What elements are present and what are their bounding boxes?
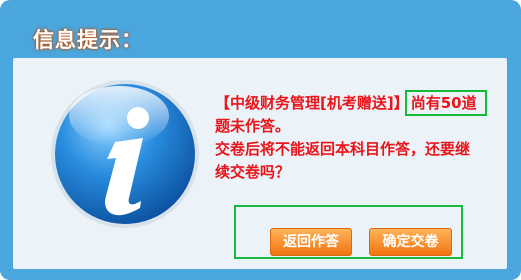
action-buttons: 返回作答 确定交卷 bbox=[234, 205, 463, 259]
dialog-title: 信息提示： bbox=[33, 28, 143, 52]
dialog-message: 【中级财务管理[机考赠送]】 尚有50道 题未作答。 交卷后将不能返回本科目作答，… bbox=[215, 90, 495, 184]
info-icon bbox=[51, 80, 199, 228]
info-dialog: 信息提示： 【中级财务管理[机考赠送]】 尚有50道 题未作答。 交卷后将不能返… bbox=[0, 0, 521, 280]
back-to-answer-button[interactable]: 返回作答 bbox=[270, 228, 352, 256]
message-line-3: 交卷后将不能返回本科目作答，还要继 bbox=[215, 140, 471, 158]
exam-name: 【中级财务管理[机考赠送]】 bbox=[215, 94, 409, 112]
confirm-submit-button[interactable]: 确定交卷 bbox=[369, 228, 452, 256]
message-line-4: 续交卷吗？ bbox=[215, 163, 291, 181]
remaining-count: 尚有50道 bbox=[404, 90, 487, 116]
message-line-1: 【中级财务管理[机考赠送]】 尚有50道 bbox=[215, 90, 495, 116]
message-line-2: 题未作答。 bbox=[215, 117, 291, 135]
dialog-panel: 【中级财务管理[机考赠送]】 尚有50道 题未作答。 交卷后将不能返回本科目作答，… bbox=[13, 58, 507, 269]
